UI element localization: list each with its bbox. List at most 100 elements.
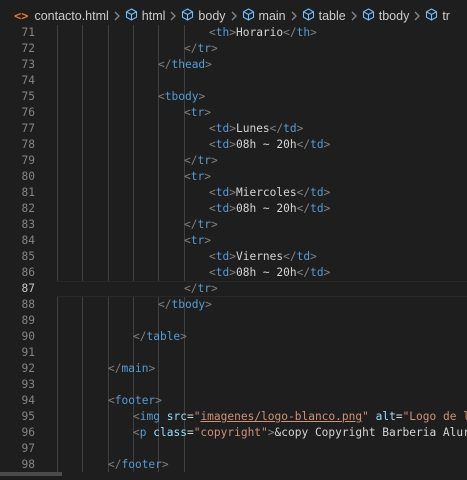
line-code: </tbody> bbox=[158, 298, 212, 311]
code-line[interactable]: 98 </footer> bbox=[0, 457, 467, 472]
line-code: <img src="imagenes/logo-blanco.png" alt=… bbox=[133, 410, 467, 423]
code-line[interactable]: 79 </tr> bbox=[0, 153, 467, 169]
line-code: <td>08h ~ 20h</td> bbox=[209, 138, 331, 151]
line-number: 76 bbox=[21, 106, 35, 119]
line-code: </footer> bbox=[108, 458, 169, 471]
breadcrumb-item-tr[interactable]: tr bbox=[425, 8, 450, 24]
breadcrumb-item-label: body bbox=[198, 9, 226, 23]
chevron-right-icon bbox=[169, 11, 177, 21]
line-number: 88 bbox=[21, 298, 35, 311]
line-number: 97 bbox=[21, 442, 35, 455]
code-line[interactable]: 72 </tr> bbox=[0, 41, 467, 57]
line-number: 95 bbox=[21, 410, 35, 423]
line-number: 98 bbox=[21, 458, 35, 471]
code-line[interactable]: 81 <td>Miercoles</td> bbox=[0, 185, 467, 201]
line-number: 75 bbox=[21, 90, 35, 103]
line-number: 78 bbox=[21, 138, 35, 151]
breadcrumb-file-label: contacto.html bbox=[34, 9, 109, 23]
symbol-element-icon bbox=[362, 8, 375, 24]
code-line[interactable]: 71 <th>Horario</th> bbox=[0, 25, 467, 41]
line-code: </thead> bbox=[158, 58, 212, 71]
code-line[interactable]: 96 <p class="copyright">&copy Copyright B… bbox=[0, 425, 467, 441]
line-number: 85 bbox=[21, 250, 35, 263]
code-line[interactable]: 78 <td>08h ~ 20h</td> bbox=[0, 137, 467, 153]
code-line[interactable]: 88 </tbody> bbox=[0, 297, 467, 313]
line-code: <tr> bbox=[184, 170, 211, 183]
line-code: <p class="copyright">&copy Copyright Bar… bbox=[133, 426, 467, 439]
line-code: </tr> bbox=[184, 282, 218, 295]
line-code: <td>08h ~ 20h</td> bbox=[209, 202, 331, 215]
line-code: </tr> bbox=[184, 42, 218, 55]
chevron-right-icon bbox=[113, 11, 121, 21]
bottom-strip bbox=[0, 472, 467, 480]
html-file-icon: <> bbox=[14, 9, 29, 23]
code-line[interactable]: 94 <footer> bbox=[0, 393, 467, 409]
code-line[interactable]: 74 bbox=[0, 73, 467, 89]
breadcrumb-item-label: tr bbox=[442, 9, 450, 23]
chevron-right-icon bbox=[413, 11, 421, 21]
code-line[interactable]: 97 bbox=[0, 441, 467, 457]
code-line[interactable]: 86 <td>08h ~ 20h</td> bbox=[0, 265, 467, 281]
line-number: 94 bbox=[21, 394, 35, 407]
code-line[interactable]: 95 <img src="imagenes/logo-blanco.png" al… bbox=[0, 409, 467, 425]
line-code: </table> bbox=[133, 330, 187, 343]
line-number: 91 bbox=[21, 346, 35, 359]
symbol-element-icon bbox=[302, 8, 315, 24]
line-number: 80 bbox=[21, 170, 35, 183]
line-code: <td>08h ~ 20h</td> bbox=[209, 266, 331, 279]
line-code: <td>Lunes</td> bbox=[209, 122, 304, 135]
breadcrumb-item-main[interactable]: main bbox=[242, 8, 286, 24]
code-line[interactable]: 84 <tr> bbox=[0, 233, 467, 249]
code-line[interactable]: 91 bbox=[0, 345, 467, 361]
symbol-element-icon bbox=[425, 8, 438, 24]
code-editor[interactable]: 71 <th>Horario</th> 72 </tr> 73 </thead> 74 75 <… bbox=[0, 25, 467, 472]
breadcrumb-item-body[interactable]: body bbox=[181, 8, 226, 24]
breadcrumb-item-html[interactable]: html bbox=[125, 8, 166, 24]
line-number: 71 bbox=[21, 26, 35, 39]
breadcrumb-file[interactable]: <> contacto.html bbox=[14, 9, 109, 23]
breadcrumb-item-table[interactable]: table bbox=[302, 8, 346, 24]
line-number: 93 bbox=[21, 378, 35, 391]
horizontal-scrollbar[interactable] bbox=[0, 472, 62, 476]
code-line[interactable]: 80 <tr> bbox=[0, 169, 467, 185]
code-line[interactable]: 83 </tr> bbox=[0, 217, 467, 233]
code-line[interactable]: 76 <tr> bbox=[0, 105, 467, 121]
symbol-element-icon bbox=[125, 8, 138, 24]
line-code: </main> bbox=[108, 362, 156, 375]
code-line[interactable]: 73 </thead> bbox=[0, 57, 467, 73]
line-code: <td>Miercoles</td> bbox=[209, 186, 331, 199]
code-line[interactable]: 93 bbox=[0, 377, 467, 393]
line-number: 83 bbox=[21, 218, 35, 231]
code-line[interactable]: 90 </table> bbox=[0, 329, 467, 345]
chevron-right-icon bbox=[230, 11, 238, 21]
symbol-element-icon bbox=[181, 8, 194, 24]
code-line[interactable]: 77 <td>Lunes</td> bbox=[0, 121, 467, 137]
line-number: 77 bbox=[21, 122, 35, 135]
code-line[interactable]: 89 bbox=[0, 313, 467, 329]
line-code: </tr> bbox=[184, 218, 218, 231]
line-number: 72 bbox=[21, 42, 35, 55]
line-code: <td>Viernes</td> bbox=[209, 250, 317, 263]
line-code: <tr> bbox=[184, 234, 211, 247]
line-number: 90 bbox=[21, 330, 35, 343]
code-line[interactable]: 85 <td>Viernes</td> bbox=[0, 249, 467, 265]
line-code: <th>Horario</th> bbox=[209, 26, 317, 39]
line-code: </tr> bbox=[184, 154, 218, 167]
line-number: 84 bbox=[21, 234, 35, 247]
chevron-right-icon bbox=[350, 11, 358, 21]
code-line[interactable]: 87 </tr> bbox=[0, 281, 467, 297]
line-number: 96 bbox=[21, 426, 35, 439]
symbol-element-icon bbox=[242, 8, 255, 24]
line-number: 92 bbox=[21, 362, 35, 375]
line-number: 89 bbox=[21, 314, 35, 327]
breadcrumb-item-label: tbody bbox=[378, 9, 410, 23]
code-line[interactable]: 92 </main> bbox=[0, 361, 467, 377]
chevron-right-icon bbox=[290, 11, 298, 21]
breadcrumb-item-tbody[interactable]: tbody bbox=[362, 8, 410, 24]
line-number: 81 bbox=[21, 186, 35, 199]
code-line[interactable]: 75 <tbody> bbox=[0, 89, 467, 105]
line-number: 82 bbox=[21, 202, 35, 215]
code-line[interactable]: 82 <td>08h ~ 20h</td> bbox=[0, 201, 467, 217]
breadcrumb-item-label: html bbox=[141, 9, 166, 23]
line-number: 79 bbox=[21, 154, 35, 167]
